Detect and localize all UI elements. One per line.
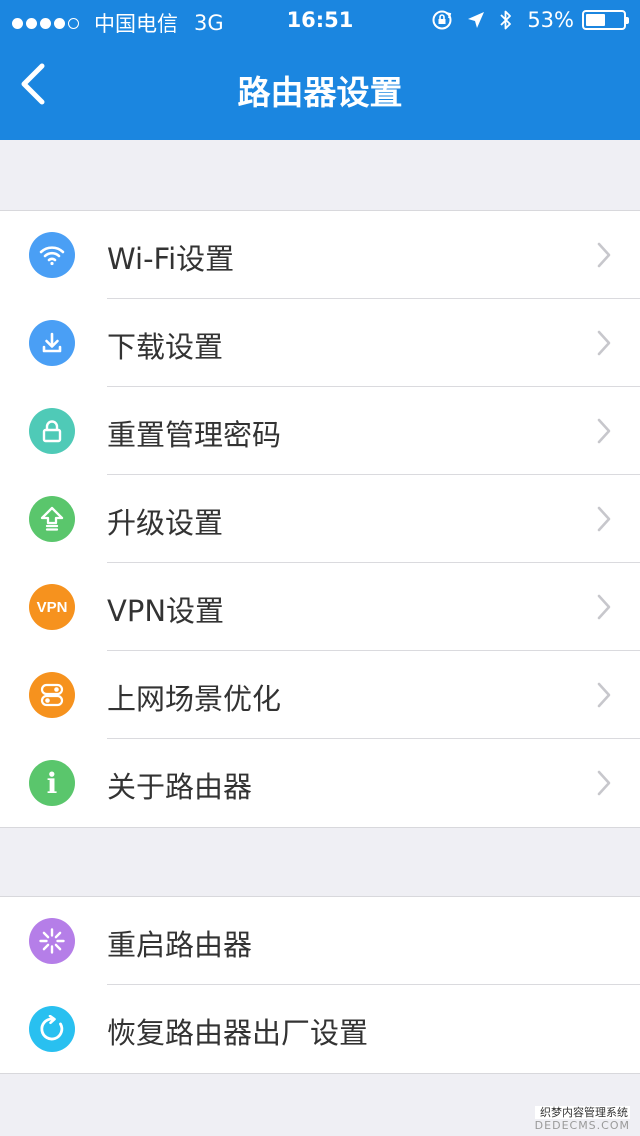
settings-list: Wi-Fi设置 下载设置重置管理密码 升级设置 VPN VPN设置上网场景优化 i 关于路由…: [0, 210, 640, 828]
list-item[interactable]: Wi-Fi设置: [0, 211, 640, 299]
list-item-label: 重启路由器: [107, 928, 253, 962]
list-item[interactable]: 上网场景优化: [0, 651, 640, 739]
toggle-icon: [29, 672, 75, 718]
status-bar: 中国电信 3G 16:51 53%: [0, 0, 640, 40]
battery-icon: [582, 10, 629, 30]
list-item-label: 关于路由器: [107, 770, 253, 804]
chevron-right-icon: [596, 417, 612, 449]
list-item-label: VPN设置: [107, 594, 225, 628]
list-item-label: 升级设置: [107, 506, 224, 540]
lock-icon: [29, 408, 75, 454]
page-title: 路由器设置: [237, 73, 403, 112]
chevron-right-icon: [596, 505, 612, 537]
download-icon: [29, 320, 75, 366]
chevron-right-icon: [596, 593, 612, 625]
restart-icon: [29, 918, 75, 964]
list-item[interactable]: VPN VPN设置: [0, 563, 640, 651]
reset-icon: [29, 1006, 75, 1052]
status-right: 53%: [417, 8, 629, 32]
chevron-right-icon: [596, 681, 612, 713]
wifi-icon: [29, 232, 75, 278]
battery-percent: 53%: [527, 8, 574, 32]
location-icon: [467, 11, 485, 29]
vpn-icon-text: VPN: [36, 598, 68, 616]
chevron-right-icon: [596, 769, 612, 801]
list-item[interactable]: 重置管理密码: [0, 387, 640, 475]
chevron-right-icon: [596, 241, 612, 273]
list-item[interactable]: 下载设置: [0, 299, 640, 387]
watermark-line2: DEDECMS.COM: [534, 1119, 630, 1132]
list-item-label: Wi-Fi设置: [107, 242, 235, 276]
list-item[interactable]: 升级设置: [0, 475, 640, 563]
list-item-label: 重置管理密码: [107, 418, 282, 452]
upgrade-icon: [29, 496, 75, 542]
chevron-right-icon: [596, 329, 612, 361]
list-item-label: 下载设置: [107, 330, 224, 364]
watermark: 织梦内容管理系统 DEDECMS.COM: [534, 1106, 630, 1132]
rotation-lock-icon: [431, 9, 453, 31]
top-bar: 中国电信 3G 16:51 53% 路由器设置: [0, 0, 640, 140]
list-item[interactable]: 恢复路由器出厂设置: [0, 985, 640, 1073]
list-item[interactable]: 重启路由器: [0, 897, 640, 985]
navigation-bar: 路由器设置: [0, 40, 640, 140]
list-item-label: 恢复路由器出厂设置: [107, 1016, 369, 1050]
watermark-line1: 织梦内容管理系统: [534, 1106, 630, 1119]
actions-list: 重启路由器恢复路由器出厂设置: [0, 896, 640, 1074]
list-item[interactable]: i 关于路由器: [0, 739, 640, 827]
list-item-label: 上网场景优化: [107, 682, 282, 716]
vpn-icon: VPN: [29, 584, 75, 630]
info-icon: i: [29, 760, 75, 806]
info-icon-text: i: [46, 766, 58, 800]
bluetooth-icon: [499, 9, 513, 31]
battery-fill: [586, 14, 605, 26]
